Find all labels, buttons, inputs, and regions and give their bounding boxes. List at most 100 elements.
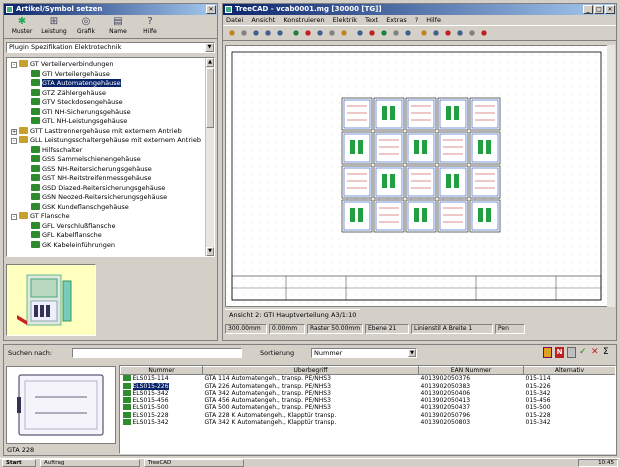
plugin-dropdown-icon[interactable]: ▼ <box>205 43 214 52</box>
cad-close-button[interactable]: ✕ <box>605 5 615 14</box>
drawing-canvas[interactable] <box>225 45 608 307</box>
cad-tool-icon[interactable] <box>239 28 249 38</box>
menu-item[interactable]: Ansicht <box>251 15 275 25</box>
tree-item[interactable]: GK Kabeleinführungen <box>9 240 206 251</box>
table-row[interactable]: ELS015-228 GTA 228 K Automatengeh., Klapp… <box>121 411 616 419</box>
sigma-icon[interactable]: Σ <box>603 347 612 358</box>
canvas-vscrollbar[interactable] <box>607 45 615 307</box>
table-row[interactable]: ELS015-342 GTA 342 K Automatengeh., Klapp… <box>121 419 616 426</box>
tree-item[interactable]: GST NH-Reitstreifenmessgehäuse <box>9 174 206 184</box>
column-header[interactable]: Überbegriff <box>202 366 419 376</box>
cad-tool-icon[interactable] <box>455 28 465 38</box>
minimize-button[interactable]: _ <box>583 5 593 14</box>
article-group-icon <box>31 240 40 248</box>
cad-tool-icon[interactable] <box>367 28 377 38</box>
toolbar-name-button[interactable]: ▤ Name <box>102 16 134 37</box>
scroll-up-icon[interactable]: ▲ <box>206 58 214 67</box>
menu-item[interactable]: Datei <box>226 15 243 25</box>
delete-icon[interactable]: ✕ <box>591 347 600 358</box>
cad-tool-icon[interactable] <box>339 28 349 38</box>
column-header[interactable]: Alternativ <box>523 366 615 376</box>
menu-item[interactable]: Text <box>365 15 378 25</box>
cad-tool-icon[interactable] <box>227 28 237 38</box>
cad-tool-icon[interactable] <box>391 28 401 38</box>
tree-item[interactable]: GTV Steckdosengehäuse <box>9 98 206 108</box>
collapse-icon[interactable]: - <box>11 214 17 220</box>
scroll-thumb[interactable] <box>206 68 214 128</box>
table-row[interactable]: ELS015-456 GTA 456 Automatengeh., transp.… <box>121 397 616 404</box>
tree-item[interactable]: GSN Neozed-Reitersicherungsgehäuse <box>9 193 206 203</box>
cad-tool-icon[interactable] <box>403 28 413 38</box>
collapse-icon[interactable]: - <box>11 138 17 144</box>
cad-tool-icon[interactable] <box>431 28 441 38</box>
tree-item[interactable]: + GTT Lasttrennergehäuse mit externem Ant… <box>9 126 206 137</box>
symbol-window-titlebar[interactable]: Artikel/Symbol setzen ✕ <box>4 4 217 15</box>
tree-item[interactable]: GTA Automatengehäuse <box>9 79 206 89</box>
tree-item[interactable]: GTL NH-Leistungsgehäuse <box>9 117 206 127</box>
cad-tool-icon[interactable] <box>479 28 489 38</box>
cad-tool-icon[interactable] <box>419 28 429 38</box>
cad-tool-icon[interactable] <box>467 28 477 38</box>
close-button[interactable]: ✕ <box>206 5 216 14</box>
grafik-icon: ◎ <box>81 16 91 27</box>
cad-tool-icon[interactable] <box>291 28 301 38</box>
article-group-icon <box>31 164 40 172</box>
cad-tool-icon[interactable] <box>443 28 453 38</box>
list-icon[interactable] <box>567 347 576 358</box>
tree-item[interactable]: GSD Diazed-Reitersicherungsgehäuse <box>9 183 206 194</box>
table-row[interactable]: ELS015-114 GTA 114 Automatengeh., transp.… <box>121 375 616 383</box>
menu-item[interactable]: Konstruieren <box>283 15 324 25</box>
toolbar-grafik-button[interactable]: ◎ Grafik <box>70 16 102 37</box>
cad-tool-icon[interactable] <box>303 28 313 38</box>
cad-tool-icon[interactable] <box>275 28 285 38</box>
column-header[interactable]: Nummer <box>120 366 203 376</box>
cad-tool-icon[interactable] <box>355 28 365 38</box>
tree-item[interactable]: GTI Verteilergehäuse <box>9 69 206 80</box>
new-article-icon[interactable]: N <box>555 347 564 358</box>
article-group-icon <box>31 202 40 210</box>
menu-item[interactable]: Extras <box>386 15 407 25</box>
tree-item[interactable]: GTI NH-Sicherungsgehäuse <box>9 107 206 118</box>
tree-item[interactable]: - GT Flansche <box>9 212 206 222</box>
cad-tool-icon[interactable] <box>379 28 389 38</box>
maximize-button[interactable]: □ <box>594 5 604 14</box>
info-icon[interactable] <box>543 347 552 358</box>
cad-window-titlebar[interactable]: TreeCAD - vcab0001.mg [30000 [TG]] _ □ ✕ <box>223 4 616 15</box>
menu-item[interactable]: ? <box>415 15 418 25</box>
plugin-select[interactable]: Plugin Spezifikation Elektrotechnik ▼ <box>6 42 215 53</box>
drawing-sheet <box>226 46 607 306</box>
table-row[interactable]: ELS015-226 GTA 226 Automatengeh., transp.… <box>121 382 616 390</box>
column-header[interactable]: EAN Nummer <box>418 366 524 376</box>
tree-item[interactable]: - GT Verteilerverbindungen <box>9 60 206 70</box>
tree-item[interactable]: GSS NH-Reitersicherungsgehäuse <box>9 164 206 175</box>
toolbar-muster-button[interactable]: ✱ Muster <box>6 16 38 37</box>
toolbar-hilfe-button[interactable]: ? Hilfe <box>134 16 166 37</box>
search-input[interactable] <box>72 348 242 358</box>
toolbar-leistung-button[interactable]: ⊞ Leistung <box>38 16 70 37</box>
tree-item[interactable]: GFL Verschlußflansche <box>9 221 206 232</box>
table-row[interactable]: ELS015-500 GTA 500 Automatengeh., transp.… <box>121 404 616 411</box>
expand-icon[interactable]: + <box>11 128 17 135</box>
tree-item[interactable]: GFL Kabelflansche <box>9 231 206 241</box>
tree-scrollbar[interactable]: ▲ ▼ <box>205 58 214 256</box>
cad-tool-icon[interactable] <box>263 28 273 38</box>
cad-tool-icon[interactable] <box>315 28 325 38</box>
tree-item[interactable]: - GLL Leistungsschaltergehäuse mit extern… <box>9 136 206 146</box>
cad-tool-icon[interactable] <box>251 28 261 38</box>
sort-select[interactable]: Nummer ▼ <box>311 348 417 358</box>
table-row[interactable]: ELS015-342 GTA 342 Automatengeh., transp.… <box>121 389 616 397</box>
sort-dropdown-icon[interactable]: ▼ <box>408 349 416 357</box>
cad-tool-icon[interactable] <box>327 28 337 38</box>
tree-item[interactable]: GSS Sammelschienengehäuse <box>9 155 206 165</box>
menu-item[interactable]: Elektrik <box>333 15 357 25</box>
tree-item[interactable]: GSK Kundeflanschgehäuse <box>9 202 206 213</box>
scroll-down-icon[interactable]: ▼ <box>206 247 214 256</box>
menu-item[interactable]: Hilfe <box>426 15 441 25</box>
check-icon[interactable]: ✓ <box>579 347 588 358</box>
article-description: GTA 228 K Automatengeh., Klapptür transp… <box>204 411 337 419</box>
tree-item[interactable]: GTZ Zählergehäuse <box>9 88 206 99</box>
collapse-icon[interactable]: - <box>11 62 17 68</box>
enclosure-preview-image <box>17 374 104 436</box>
tree-item[interactable]: Hilfsschalter <box>9 145 206 156</box>
drawing-tab[interactable]: Ansicht 2: GTI Hauptverteilung A3/1:10 <box>225 309 361 320</box>
